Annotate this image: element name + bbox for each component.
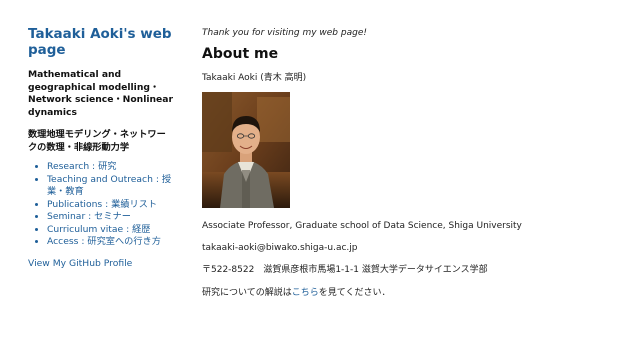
research-note-text-after: を見てください． [318, 288, 391, 298]
nav-list: Research : 研究 Teaching and Outreach : 授業… [28, 161, 173, 249]
author-name: Takaaki Aoki (青木 高明) [202, 73, 307, 83]
nav-item-seminar: Seminar : セミナー [47, 211, 173, 224]
profile-photo [202, 92, 290, 208]
nav-item-publications: Publications : 業績リスト [47, 199, 173, 212]
nav-link-access[interactable]: Access : 研究室への行き方 [47, 236, 161, 247]
github-profile-link[interactable]: View My GitHub Profile [28, 258, 173, 269]
research-note-text-before: 研究についての解説は [202, 288, 292, 298]
sidebar: Takaaki Aoki's web page Mathematical and… [28, 26, 173, 269]
nav-item-cv: Curriculum vitae : 経歴 [47, 224, 173, 237]
site-title[interactable]: Takaaki Aoki's web page [28, 26, 173, 58]
research-note: 研究についての解説はこちらを見てください． [202, 285, 602, 298]
nav-item-research: Research : 研究 [47, 161, 173, 174]
research-explanation-link[interactable]: こちら [292, 288, 319, 298]
nav-item-access: Access : 研究室への行き方 [47, 236, 173, 249]
tagline-english: Mathematical and geographical modelling・… [28, 69, 173, 118]
thanks-message: Thank you for visiting my web page! [202, 28, 367, 38]
nav-link-publications[interactable]: Publications : 業績リスト [47, 199, 157, 210]
nav-link-research[interactable]: Research : 研究 [47, 161, 116, 172]
email-address: takaaki-aoki@biwako.shiga-u.ac.jp [202, 243, 358, 253]
postal-address: 〒522-8522 滋賀県彦根市馬場1-1-1 滋賀大学データサイエンス学部 [202, 265, 488, 275]
nav-link-cv[interactable]: Curriculum vitae : 経歴 [47, 224, 151, 235]
nav-link-seminar[interactable]: Seminar : セミナー [47, 211, 131, 222]
main-content: Thank you for visiting my web page! Abou… [202, 28, 602, 298]
nav-link-teaching[interactable]: Teaching and Outreach : 授業・教育 [47, 174, 171, 198]
tagline-japanese: 数理地理モデリング・ネットワークの数理・非線形動力学 [28, 129, 166, 153]
nav-item-teaching: Teaching and Outreach : 授業・教育 [47, 174, 173, 199]
position-title: Associate Professor, Graduate school of … [202, 221, 522, 231]
about-heading: About me [202, 46, 279, 62]
